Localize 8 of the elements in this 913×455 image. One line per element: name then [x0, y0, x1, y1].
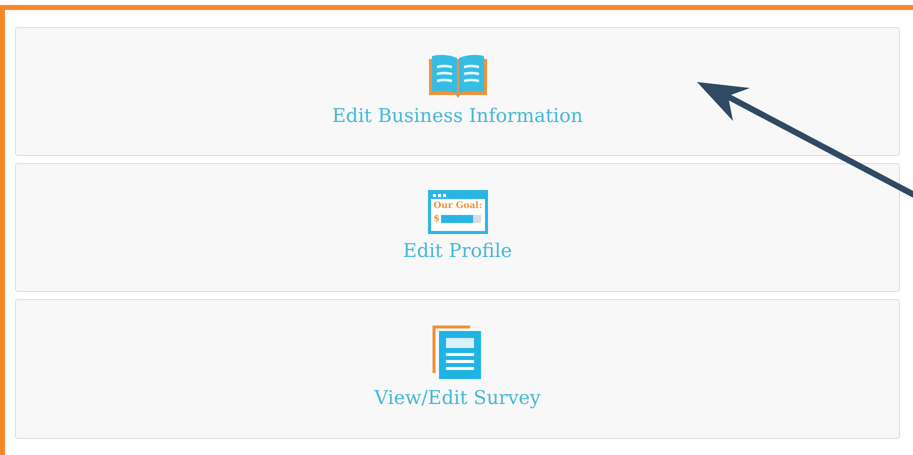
menu-card[interactable]: View/Edit Survey — [15, 299, 900, 439]
menu-card[interactable]: Edit Business Information — [15, 27, 900, 156]
progress-bar-drawing — [440, 214, 481, 223]
goal-label: Our Goal: — [434, 200, 482, 211]
document-icon — [432, 325, 484, 382]
menu-card[interactable]: Our Goal: $ Edit Profile — [15, 163, 900, 292]
dollar-sign: $ — [434, 214, 440, 224]
open-book-icon — [426, 52, 488, 99]
